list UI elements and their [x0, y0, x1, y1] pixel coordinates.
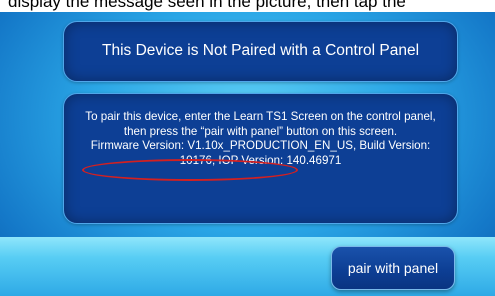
firmware-highlight-ellipse: [82, 159, 298, 181]
not-paired-title: This Device is Not Paired with a Control…: [101, 42, 420, 59]
pair-with-panel-button[interactable]: pair with panel: [331, 246, 455, 290]
cropped-caption-strip: display the message seen in the picture,…: [0, 0, 495, 12]
cropped-caption-text: display the message seen in the picture,…: [8, 0, 406, 11]
pairing-info-text: To pair this device, enter the Learn TS1…: [82, 110, 439, 168]
not-paired-title-panel: This Device is Not Paired with a Control…: [63, 21, 458, 82]
pairing-instructions: To pair this device, enter the Learn TS1…: [85, 110, 436, 138]
pairing-info-panel: To pair this device, enter the Learn TS1…: [63, 93, 458, 224]
